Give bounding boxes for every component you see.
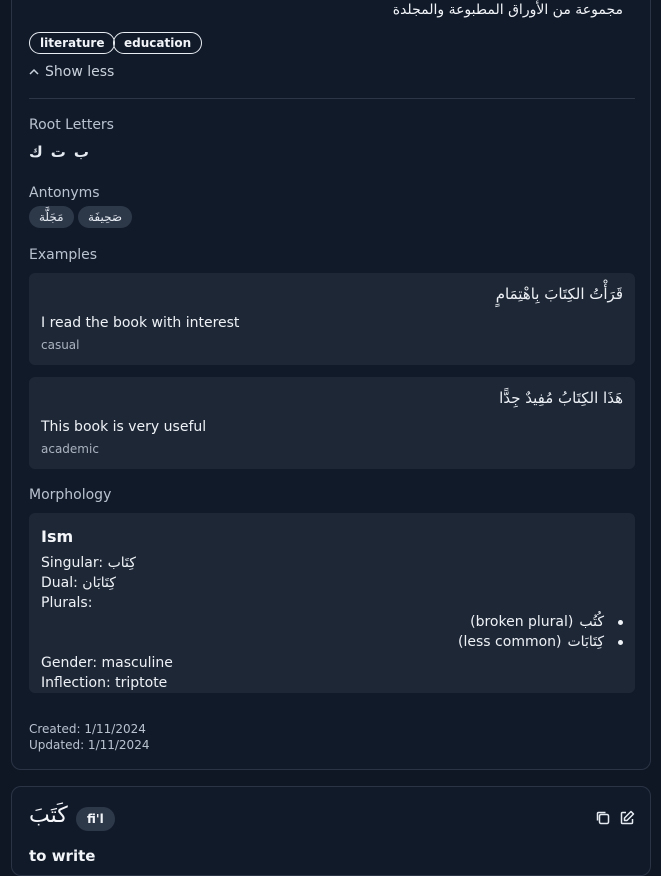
singular-form: Singular: كِتَاب (41, 555, 136, 571)
inflection: Inflection: triptote (41, 675, 168, 691)
plural-item: (broken plural) كُتُب (470, 614, 623, 630)
root-letters: ب ت ك (29, 143, 89, 161)
example-arabic: قَرَأْتُ الكِتَابَ بِاهْتِمَامٍ (495, 285, 623, 303)
show-less-label: Show less (45, 64, 115, 80)
plural-note: (less common) (458, 634, 562, 650)
word-entry-card[interactable]: كَتَبَ fi'l to write (11, 786, 651, 876)
edit-icon[interactable] (618, 809, 636, 827)
divider (29, 98, 635, 99)
antonyms-label: Antonyms (29, 185, 100, 201)
morphology-panel: Ism Singular: كِتَاب Dual: كِتَابَان Plu… (29, 513, 635, 693)
translation: to write (29, 847, 96, 865)
root-letters-label: Root Letters (29, 117, 114, 133)
root-letter: ت (50, 143, 66, 161)
example-english: This book is very useful (41, 419, 207, 435)
definition-arabic: مجموعة من الأوراق المطبوعة والمجلدة (392, 2, 623, 18)
bullet (618, 639, 623, 645)
plural-note: (broken plural) (470, 614, 574, 630)
example-arabic: هَذَا الكِتَابُ مُفِيدٌ جِدًّا (499, 389, 623, 407)
plural-word: كُتُب (579, 614, 604, 630)
copy-icon[interactable] (594, 809, 612, 827)
show-less-button[interactable]: Show less (29, 64, 114, 80)
plural-item: (less common) كِتَابَات (458, 634, 623, 650)
part-of-speech-badge: fi'l (76, 807, 115, 831)
bullet (618, 619, 623, 625)
example-english: I read the book with interest (41, 315, 240, 331)
chevron-up-icon (29, 68, 39, 75)
example-card: قَرَأْتُ الكِتَابَ بِاهْتِمَامٍ I read t… (29, 273, 635, 365)
example-card: هَذَا الكِتَابُ مُفِيدٌ جِدًّا This book… (29, 377, 635, 469)
root-letter: ب (73, 143, 89, 161)
dual-form: Dual: كِتَابَان (41, 575, 116, 591)
word-entry-card: مجموعة من الأوراق المطبوعة والمجلدة lite… (11, 0, 651, 770)
example-register: casual (41, 338, 80, 352)
word-arabic: كَتَبَ (29, 803, 68, 828)
antonym-chip[interactable]: صَحِيفَة (78, 206, 133, 228)
gender: Gender: masculine (41, 655, 173, 671)
root-letter: ك (29, 143, 43, 161)
tag-literature[interactable]: literature (29, 32, 116, 54)
examples-label: Examples (29, 247, 98, 263)
plural-word: كِتَابَات (567, 634, 605, 650)
morphology-title: Ism (41, 527, 74, 546)
tag-education[interactable]: education (113, 32, 203, 54)
plurals-label: Plurals: (41, 595, 93, 611)
updated-date: Updated: 1/11/2024 (29, 738, 150, 752)
example-register: academic (41, 442, 99, 456)
antonym-chip[interactable]: مَجَلَّة (29, 206, 74, 228)
created-date: Created: 1/11/2024 (29, 722, 146, 736)
morphology-label: Morphology (29, 487, 112, 503)
